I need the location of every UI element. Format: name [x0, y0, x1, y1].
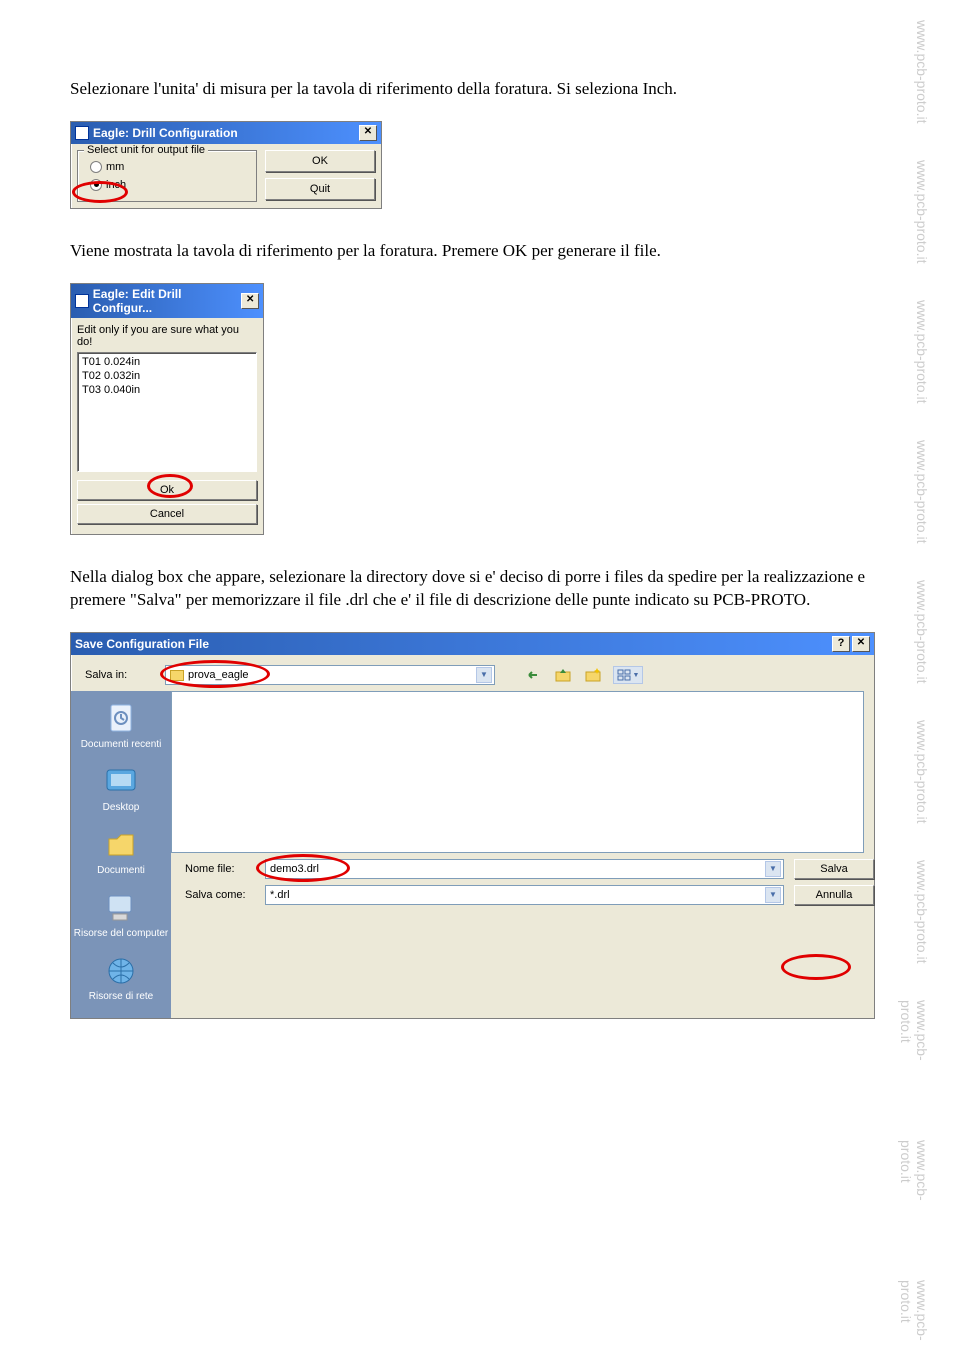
- shortcut-recent[interactable]: Documenti recenti: [71, 701, 171, 750]
- watermark-text: www.pcb-proto.it: [914, 440, 930, 543]
- shortcut-label: Desktop: [71, 802, 171, 813]
- chevron-down-icon[interactable]: ▼: [476, 667, 492, 683]
- cancel-button[interactable]: Cancel: [77, 504, 257, 524]
- app-icon: [75, 294, 89, 308]
- watermark-text: www.pcb-proto.it: [898, 1280, 930, 1341]
- shortcut-documents[interactable]: Documenti: [71, 827, 171, 876]
- watermark-text: www.pcb-proto.it: [914, 580, 930, 683]
- save-file-dialog: Save Configuration File ? ✕ Salva in: pr…: [70, 632, 875, 1019]
- close-icon[interactable]: ✕: [241, 293, 259, 309]
- titlebar[interactable]: Eagle: Edit Drill Configur... ✕: [71, 284, 263, 318]
- close-icon[interactable]: ✕: [359, 125, 377, 141]
- view-menu-icon[interactable]: ▼: [613, 666, 643, 684]
- drill-listbox[interactable]: T01 0.024in T02 0.032in T03 0.040in: [77, 352, 257, 472]
- salva-in-label: Salva in:: [85, 669, 155, 681]
- group-legend: Select unit for output file: [84, 144, 208, 156]
- quit-button[interactable]: Quit: [265, 178, 375, 200]
- help-icon[interactable]: ?: [832, 636, 850, 652]
- titlebar[interactable]: Save Configuration File ? ✕: [71, 633, 874, 655]
- watermark-text: www.pcb-proto.it: [914, 860, 930, 963]
- shortcut-computer[interactable]: Risorse del computer: [71, 890, 171, 939]
- dialog-title: Eagle: Edit Drill Configur...: [93, 287, 242, 315]
- watermark-text: www.pcb-proto.it: [898, 1140, 930, 1201]
- filetype-combo[interactable]: *.drl ▼: [265, 885, 784, 905]
- file-list-pane[interactable]: [171, 691, 864, 853]
- shortcut-label: Risorse del computer: [71, 928, 171, 939]
- filetype-value: *.drl: [270, 889, 290, 901]
- filename-label: Nome file:: [185, 863, 255, 875]
- back-icon[interactable]: [523, 666, 543, 684]
- shortcut-desktop[interactable]: Desktop: [71, 764, 171, 813]
- filename-value: demo3.drl: [270, 863, 319, 875]
- save-button[interactable]: Salva: [794, 859, 874, 879]
- watermark-text: www.pcb-proto.it: [914, 720, 930, 823]
- ok-button[interactable]: Ok: [77, 480, 257, 500]
- shortcut-label: Documenti: [71, 865, 171, 876]
- close-icon[interactable]: ✕: [852, 636, 870, 652]
- folder-combo[interactable]: prova_eagle ▼: [165, 665, 495, 685]
- filetype-label: Salva come:: [185, 889, 255, 901]
- paragraph-2: Viene mostrata la tavola di riferimento …: [70, 239, 890, 263]
- radio-mm[interactable]: mm: [90, 161, 248, 173]
- up-one-level-icon[interactable]: [553, 666, 573, 684]
- titlebar[interactable]: Eagle: Drill Configuration ✕: [71, 122, 381, 144]
- list-item[interactable]: T02 0.032in: [82, 369, 252, 383]
- list-item[interactable]: T03 0.040in: [82, 383, 252, 397]
- hint-text: Edit only if you are sure what you do!: [77, 324, 257, 348]
- list-item[interactable]: T01 0.024in: [82, 355, 252, 369]
- paragraph-3: Nella dialog box che appare, selezionare…: [70, 565, 890, 613]
- watermark-text: www.pcb-proto.it: [914, 20, 930, 123]
- drill-config-dialog: Eagle: Drill Configuration ✕ Select unit…: [70, 121, 382, 209]
- dialog-title: Save Configuration File: [75, 637, 209, 651]
- radio-icon: [90, 161, 102, 173]
- ok-button[interactable]: OK: [265, 150, 375, 172]
- radio-inch[interactable]: inch: [90, 179, 248, 191]
- edit-drill-config-dialog: Eagle: Edit Drill Configur... ✕ Edit onl…: [70, 283, 264, 535]
- shortcut-bar: Documenti recenti Desktop Documenti: [71, 691, 171, 1018]
- radio-inch-label: inch: [106, 179, 126, 191]
- filename-input[interactable]: demo3.drl ▼: [265, 859, 784, 879]
- unit-groupbox: Select unit for output file mm inch: [77, 150, 257, 202]
- new-folder-icon[interactable]: [583, 666, 603, 684]
- watermark-text: www.pcb-proto.it: [898, 1000, 930, 1089]
- radio-icon: [90, 179, 102, 191]
- radio-mm-label: mm: [106, 161, 124, 173]
- watermark-text: www.pcb-proto.it: [914, 160, 930, 263]
- folder-name: prova_eagle: [188, 669, 249, 681]
- chevron-down-icon[interactable]: ▼: [765, 887, 781, 903]
- folder-icon: [170, 670, 184, 681]
- cancel-button[interactable]: Annulla: [794, 885, 874, 905]
- watermark-text: www.pcb-proto.it: [914, 300, 930, 403]
- chevron-down-icon[interactable]: ▼: [765, 861, 781, 877]
- chevron-down-icon: ▼: [633, 672, 640, 679]
- paragraph-1: Selezionare l'unita' di misura per la ta…: [70, 77, 890, 101]
- app-icon: [75, 126, 89, 140]
- shortcut-network[interactable]: Risorse di rete: [71, 953, 171, 1002]
- dialog-title: Eagle: Drill Configuration: [93, 126, 238, 140]
- shortcut-label: Risorse di rete: [71, 991, 171, 1002]
- shortcut-label: Documenti recenti: [71, 739, 171, 750]
